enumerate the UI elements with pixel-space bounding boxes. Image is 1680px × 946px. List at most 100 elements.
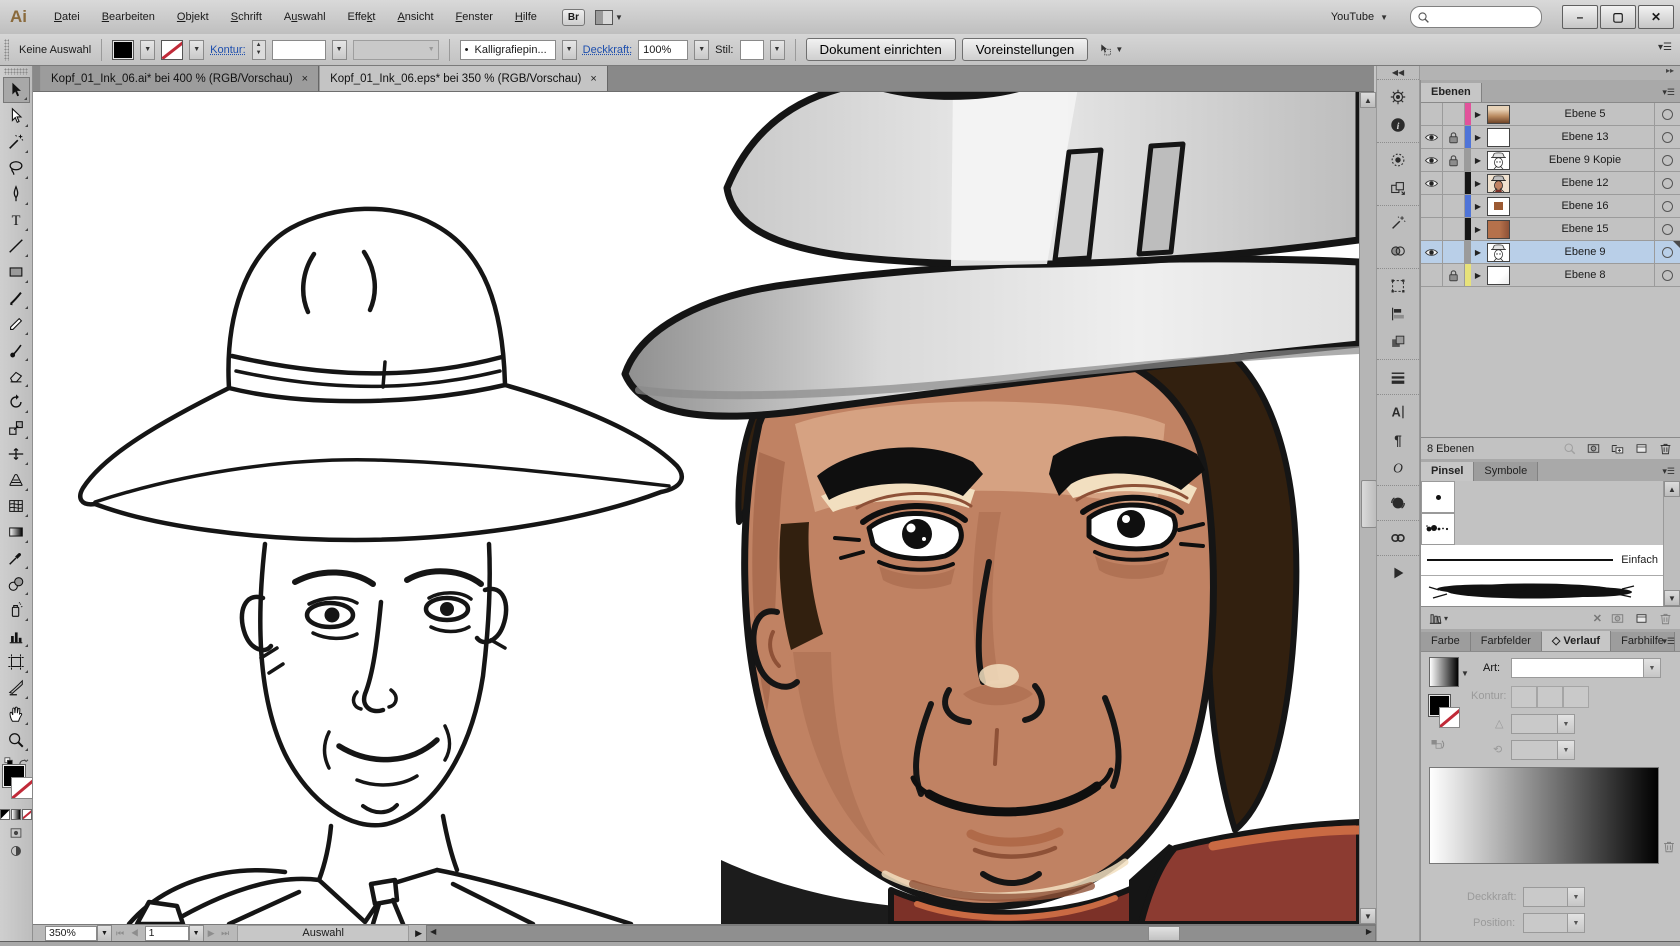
bridge-button[interactable]: Br [562, 9, 585, 26]
zoom-werkzeug[interactable] [3, 727, 30, 753]
gradient-thumbnail[interactable] [1429, 657, 1459, 687]
layer-thumbnail[interactable] [1485, 195, 1511, 217]
tab-farbe[interactable]: Farbe [1421, 632, 1471, 651]
brush-options-icon[interactable] [1609, 611, 1626, 626]
vertical-scrollbar[interactable]: ▲ ▼ [1359, 92, 1376, 924]
brush-scatter[interactable] [1421, 513, 1455, 545]
menu-effekt[interactable]: Effekt [337, 8, 387, 26]
expand-layer-icon[interactable]: ▶ [1471, 103, 1485, 125]
menu-objekt[interactable]: Objekt [166, 8, 220, 26]
scroll-left-icon[interactable]: ◀ [430, 927, 436, 936]
zauberstab-werkzeug[interactable] [3, 129, 30, 155]
layer-thumbnail[interactable] [1485, 149, 1511, 171]
artboard-number-input[interactable]: 1 [145, 926, 189, 941]
scroll-right-icon[interactable]: ▶ [1366, 927, 1372, 936]
layer-target-icon[interactable] [1654, 241, 1680, 263]
opacity-dropdown[interactable]: ▼ [694, 40, 709, 60]
lock-toggle[interactable] [1443, 149, 1465, 171]
lock-toggle[interactable] [1443, 264, 1465, 286]
opacity-input[interactable]: 100% [638, 40, 688, 60]
opacity-panel-link[interactable]: Deckkraft: [583, 44, 633, 56]
dock-verknuepfungen-icon[interactable] [1383, 525, 1413, 551]
menu-ansicht[interactable]: Ansicht [386, 8, 444, 26]
document-tab[interactable]: Kopf_01_Ink_06.ai* bei 400 % (RGB/Vorsch… [40, 66, 319, 91]
menu-hilfe[interactable]: Hilfe [504, 8, 548, 26]
document-tab[interactable]: Kopf_01_Ink_06.eps* bei 350 % (RGB/Vorsc… [319, 66, 608, 91]
dock-kuler-icon[interactable] [1383, 490, 1413, 516]
tab-farbfelder[interactable]: Farbfelder [1471, 632, 1542, 651]
delete-brush-icon[interactable] [1657, 611, 1674, 626]
minimize-button[interactable]: – [1562, 5, 1598, 29]
screen-mode-icon[interactable] [8, 844, 24, 858]
dock-ausrichten-icon[interactable] [1383, 301, 1413, 327]
document-canvas[interactable] [33, 92, 1359, 924]
brush-dropdown-arrow[interactable]: ▼ [562, 40, 577, 60]
lock-toggle[interactable] [1443, 103, 1465, 125]
expand-layer-icon[interactable]: ▶ [1471, 172, 1485, 194]
layer-row[interactable]: ▶Ebene 9 Kopie [1421, 149, 1680, 172]
close-button[interactable]: ✕ [1638, 5, 1674, 29]
dock-pathfinder-optionen-icon[interactable] [1383, 175, 1413, 201]
stroke-swatch[interactable] [11, 777, 33, 799]
stroke-weight-dropdown[interactable]: ▼ [332, 40, 347, 60]
auswahl-werkzeug[interactable] [3, 77, 30, 103]
radiergummi-werkzeug[interactable] [3, 363, 30, 389]
text-werkzeug[interactable] [3, 207, 30, 233]
artboard-dropdown[interactable]: ▼ [189, 925, 204, 942]
rechteck-werkzeug[interactable] [3, 259, 30, 285]
zoom-dropdown[interactable]: ▼ [97, 925, 112, 942]
stroke-color-dropdown[interactable]: ▼ [189, 40, 204, 60]
layer-name[interactable]: Ebene 5 [1511, 103, 1654, 125]
visibility-toggle[interactable] [1421, 195, 1443, 217]
layer-target-icon[interactable] [1654, 264, 1680, 286]
drawing-mode-icon[interactable] [8, 826, 24, 840]
layer-name[interactable]: Ebene 13 [1511, 126, 1654, 148]
layer-thumbnail[interactable] [1485, 264, 1511, 286]
stroke-color-swatch[interactable] [161, 40, 183, 60]
scroll-up-icon[interactable]: ▲ [1664, 481, 1680, 497]
expand-layer-icon[interactable]: ▶ [1471, 241, 1485, 263]
new-sublayer-icon[interactable] [1609, 441, 1626, 456]
layer-target-icon[interactable] [1654, 172, 1680, 194]
tab-ebenen[interactable]: Ebenen [1421, 83, 1482, 102]
expand-layer-icon[interactable]: ▶ [1471, 264, 1485, 286]
layer-thumbnail[interactable] [1485, 103, 1511, 125]
align-options-icon[interactable]: ▼ [1098, 43, 1123, 57]
dock-pathfinder-icon[interactable] [1383, 329, 1413, 355]
dock-aktionen-abspielen-icon[interactable] [1383, 560, 1413, 586]
preferences-button[interactable]: Voreinstellungen [962, 38, 1089, 61]
expand-layer-icon[interactable]: ▶ [1471, 126, 1485, 148]
status-display[interactable]: Auswahl [237, 925, 409, 942]
locate-object-icon[interactable] [1561, 441, 1578, 456]
layer-thumbnail[interactable] [1485, 218, 1511, 240]
brush-calligraphic[interactable] [1421, 481, 1455, 513]
arrange-documents-icon[interactable]: ▼ [595, 10, 623, 25]
zoom-level-input[interactable]: 350% [45, 926, 97, 941]
expand-layer-icon[interactable]: ▶ [1471, 218, 1485, 240]
scroll-down-icon[interactable]: ▼ [1664, 590, 1680, 606]
skalieren-werkzeug[interactable] [3, 415, 30, 441]
visibility-toggle[interactable] [1421, 103, 1443, 125]
brush-definition-dropdown[interactable]: •Kalligrafiepin... [460, 40, 556, 60]
vertical-scroll-thumb[interactable] [1361, 480, 1377, 528]
scroll-up-icon[interactable]: ▲ [1360, 92, 1376, 108]
maximize-button[interactable]: ▢ [1600, 5, 1636, 29]
menu-datei[interactable]: Datei [43, 8, 91, 26]
zeichenflaechen-werkzeug[interactable] [3, 649, 30, 675]
menu-bearbeiten[interactable]: Bearbeiten [91, 8, 166, 26]
style-swatch[interactable] [740, 40, 764, 60]
direktauswahl-werkzeug[interactable] [3, 103, 30, 129]
layers-panel-menu-icon[interactable]: ▾☰ [1662, 87, 1675, 98]
tab-close-icon[interactable]: × [590, 73, 596, 85]
brushes-panel-menu-icon[interactable]: ▾☰ [1662, 466, 1675, 477]
visibility-toggle[interactable] [1421, 241, 1443, 263]
layer-name[interactable]: Ebene 9 [1511, 241, 1654, 263]
layer-target-icon[interactable] [1654, 218, 1680, 240]
menu-schrift[interactable]: Schrift [220, 8, 273, 26]
stroke-weight-stepper[interactable]: ▲▼ [252, 40, 266, 60]
layer-target-icon[interactable] [1654, 103, 1680, 125]
drehen-werkzeug[interactable] [3, 389, 30, 415]
layer-row[interactable]: ▶ Ebene 13 [1421, 126, 1680, 149]
dock-header[interactable]: ▸▸ [1420, 66, 1680, 80]
tab-verlauf[interactable]: ◇ Verlauf [1542, 631, 1611, 651]
